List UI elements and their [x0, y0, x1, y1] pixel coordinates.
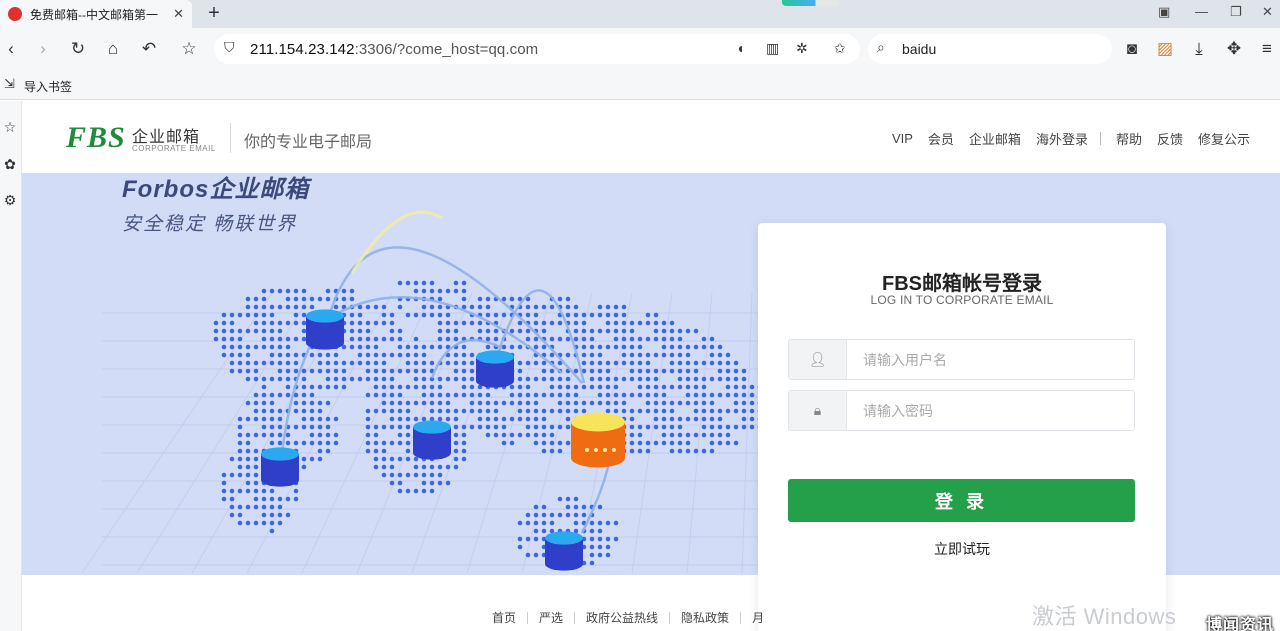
read-aloud-icon[interactable]: ◖: [736, 40, 744, 56]
url-host: 211.154.23.142: [250, 41, 355, 58]
tab-overview-icon[interactable]: ▣: [1158, 4, 1170, 20]
connection-arc: [321, 296, 563, 374]
security-shield-icon: ⛉: [224, 39, 235, 55]
extensions-icon[interactable]: ✥: [1223, 38, 1245, 60]
fbs-logo[interactable]: FBS: [66, 121, 126, 155]
back-icon[interactable]: ‹: [0, 38, 22, 60]
server-led: [603, 448, 607, 452]
active-tab[interactable]: 免费邮箱--中文邮箱第一 ✕: [0, 0, 192, 28]
home-icon[interactable]: ⌂: [102, 38, 124, 60]
sidebar-strip: ☆ ✿ ⚙: [0, 101, 22, 631]
main-server-cylinder-top: [571, 412, 625, 432]
tab-title: 免费邮箱--中文邮箱第一: [30, 7, 158, 22]
server-cylinder-top: [413, 420, 451, 434]
favorite-star-icon[interactable]: ☆: [178, 38, 200, 60]
username-input[interactable]: [847, 340, 1134, 379]
grid-line: [81, 292, 273, 574]
server-led: [594, 448, 598, 452]
nav-feedback[interactable]: 反馈: [1157, 129, 1183, 148]
tab-bar: 免费邮箱--中文邮箱第一 ✕ + ▣ — ❐ ✕: [0, 0, 1280, 28]
logo-english-text: CORPORATE EMAIL: [132, 144, 216, 153]
browser-toolbar: ‹ › ↻ ⌂ ↶ ☆ ⛉ 211.154.23.142:3306/?come_…: [0, 28, 1280, 70]
login-subtitle: LOG IN TO CORPORATE EMAIL: [870, 293, 1054, 307]
forward-icon[interactable]: ›: [32, 38, 54, 60]
address-bar[interactable]: ⛉ 211.154.23.142:3306/?come_host=qq.com …: [214, 34, 860, 64]
undo-icon[interactable]: ↶: [138, 38, 160, 60]
bookmarks-bar: ⇲ 导入书签: [0, 70, 1280, 100]
lock-icon: 🔒︎: [789, 391, 847, 430]
nav-divider: [1099, 132, 1101, 145]
reload-icon[interactable]: ↻: [67, 38, 89, 60]
server-cylinder-top: [545, 531, 583, 545]
tab-close-icon[interactable]: ✕: [173, 6, 184, 22]
user-icon: 👤︎: [789, 340, 847, 379]
search-box[interactable]: ⌕ baidu: [868, 34, 1112, 64]
try-now-link[interactable]: 立即试玩: [758, 539, 1166, 559]
login-panel: FBS邮箱帐号登录 LOG IN TO CORPORATE EMAIL 👤︎ 🔒…: [758, 223, 1166, 631]
site-favicon-icon: [8, 7, 22, 21]
grid-line: [631, 292, 673, 574]
nav-vip[interactable]: VIP: [892, 131, 913, 146]
collections-icon[interactable]: ▨: [1154, 38, 1176, 60]
footer-privacy[interactable]: 隐私政策: [681, 609, 729, 626]
nav-member[interactable]: 会员: [928, 129, 954, 148]
footer-divider: [669, 611, 671, 624]
window-close-icon[interactable]: ✕: [1262, 4, 1273, 20]
server-cylinder-top: [306, 309, 344, 323]
settings-sidebar-icon[interactable]: ⚙: [2, 192, 18, 209]
search-engine-text: baidu: [902, 41, 937, 57]
grid-line: [741, 292, 753, 574]
import-bookmarks-icon: ⇲: [4, 76, 15, 91]
footer-links: 首页 严选 政府公益热线 隐私政策 月: [492, 609, 764, 626]
download-icon[interactable]: ⤓: [1188, 38, 1210, 60]
favorites-sidebar-icon[interactable]: ☆: [2, 119, 18, 136]
footer-more[interactable]: 月: [752, 609, 764, 626]
footer-divider: [740, 611, 742, 624]
password-input[interactable]: [847, 391, 1134, 430]
login-button[interactable]: 登 录: [788, 479, 1135, 522]
add-favorite-icon[interactable]: ✩: [834, 40, 846, 57]
footer-divider: [574, 611, 576, 624]
windows-activation-watermark: 激活 Windows: [1032, 604, 1177, 629]
screenshot-icon[interactable]: ◙: [1121, 38, 1143, 60]
url-text: 211.154.23.142:3306/?come_host=qq.com: [250, 41, 538, 58]
footer-home[interactable]: 首页: [492, 609, 516, 626]
extension-toggle-icon[interactable]: ✲: [796, 40, 808, 57]
minimize-icon[interactable]: —: [1195, 4, 1208, 19]
server-led: [612, 448, 616, 452]
history-sidebar-icon[interactable]: ✿: [2, 156, 18, 173]
footer-selected[interactable]: 严选: [539, 609, 563, 626]
server-cylinder-top: [261, 447, 299, 461]
nav-enterprise-mail[interactable]: 企业邮箱: [969, 129, 1021, 148]
grid-line: [686, 292, 713, 574]
nav-overseas-login[interactable]: 海外登录: [1036, 129, 1088, 148]
url-path: :3306/?come_host=qq.com: [354, 41, 539, 58]
tab-strip-indicator: [782, 0, 838, 6]
password-field: 🔒︎: [788, 390, 1135, 431]
search-icon: ⌕: [877, 39, 885, 55]
nav-fix-notice[interactable]: 修复公示: [1198, 129, 1250, 148]
banner-brand: Forbos企业邮箱: [122, 176, 310, 203]
server-led: [585, 448, 589, 452]
corner-watermark: 博闻资讯: [1206, 617, 1275, 631]
new-tab-button[interactable]: +: [204, 1, 224, 25]
server-cylinder-top: [476, 350, 514, 364]
login-title: FBS邮箱帐号登录: [882, 273, 1042, 295]
footer-hotline[interactable]: 政府公益热线: [586, 609, 658, 626]
menu-icon[interactable]: ≡: [1256, 38, 1278, 60]
username-field: 👤︎: [788, 339, 1135, 380]
footer-divider: [527, 611, 529, 624]
restore-icon[interactable]: ❐: [1230, 4, 1242, 20]
connection-arc-highlight: [350, 210, 443, 274]
nav-help[interactable]: 帮助: [1116, 129, 1142, 148]
banner-tagline: 安全稳定 畅联世界: [122, 214, 298, 235]
top-nav: VIP 会员 企业邮箱 海外登录 帮助 反馈 修复公示: [877, 129, 1250, 148]
web-page: FBS 企业邮箱 CORPORATE EMAIL 你的专业电子邮局 VIP 会员…: [22, 101, 1280, 631]
header-slogan: 你的专业电子邮局: [244, 134, 373, 151]
reader-mode-icon[interactable]: ▥: [766, 40, 779, 57]
import-bookmarks-link[interactable]: 导入书签: [24, 78, 72, 95]
header-divider: [230, 123, 231, 153]
site-header: FBS 企业邮箱 CORPORATE EMAIL 你的专业电子邮局 VIP 会员…: [22, 101, 1280, 173]
